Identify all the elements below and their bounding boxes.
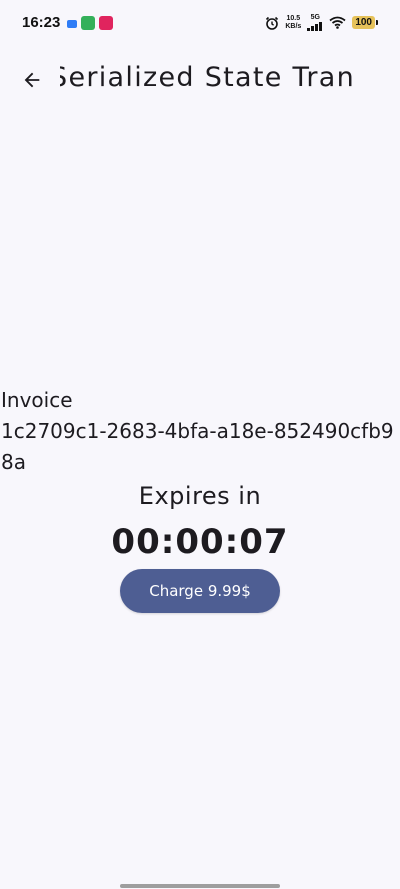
signal-icon [307, 22, 323, 31]
app-title-container: Serialized State Tran [60, 60, 400, 102]
network-speed: 10.5 KB/s [285, 15, 301, 31]
back-button[interactable] [16, 62, 48, 98]
network-speed-unit: KB/s [285, 22, 302, 30]
network-speed-value: 10.5 [286, 14, 301, 22]
home-indicator[interactable] [120, 884, 280, 888]
app-title: Serialized State Tran [60, 62, 356, 93]
network-type-label: 5G [310, 14, 320, 21]
screen: 16:23 10.5 KB/s 5G 100 Serialized State … [0, 0, 400, 889]
app-notification-icon [99, 16, 113, 30]
battery-tip [376, 20, 378, 25]
app-bar: Serialized State Tran [0, 56, 400, 104]
wifi-icon [329, 16, 346, 29]
expires-label: Expires in [138, 482, 262, 510]
status-bar: 16:23 10.5 KB/s 5G 100 [0, 0, 400, 48]
charge-button[interactable]: Charge 9.99$ [120, 569, 280, 613]
invoice-label: Invoice [1, 388, 73, 412]
arrow-back-icon [24, 72, 40, 88]
invoice-id: 1c2709c1-2683-4bfa-a18e-852490cfb98a [1, 419, 394, 474]
notification-icons [67, 16, 113, 30]
system-icons: 10.5 KB/s 5G 100 [265, 14, 378, 31]
message-notification-icon [67, 20, 77, 28]
battery-level: 100 [352, 16, 375, 29]
alarm-icon [265, 16, 279, 30]
game-notification-icon [81, 16, 95, 30]
battery-icon: 100 [352, 16, 378, 29]
countdown-timer: 00:00:07 [111, 522, 289, 562]
network-type: 5G [307, 14, 323, 31]
invoice-info: Invoice 1c2709c1-2683-4bfa-a18e-852490cf… [1, 385, 397, 478]
status-time: 16:23 [22, 14, 61, 31]
